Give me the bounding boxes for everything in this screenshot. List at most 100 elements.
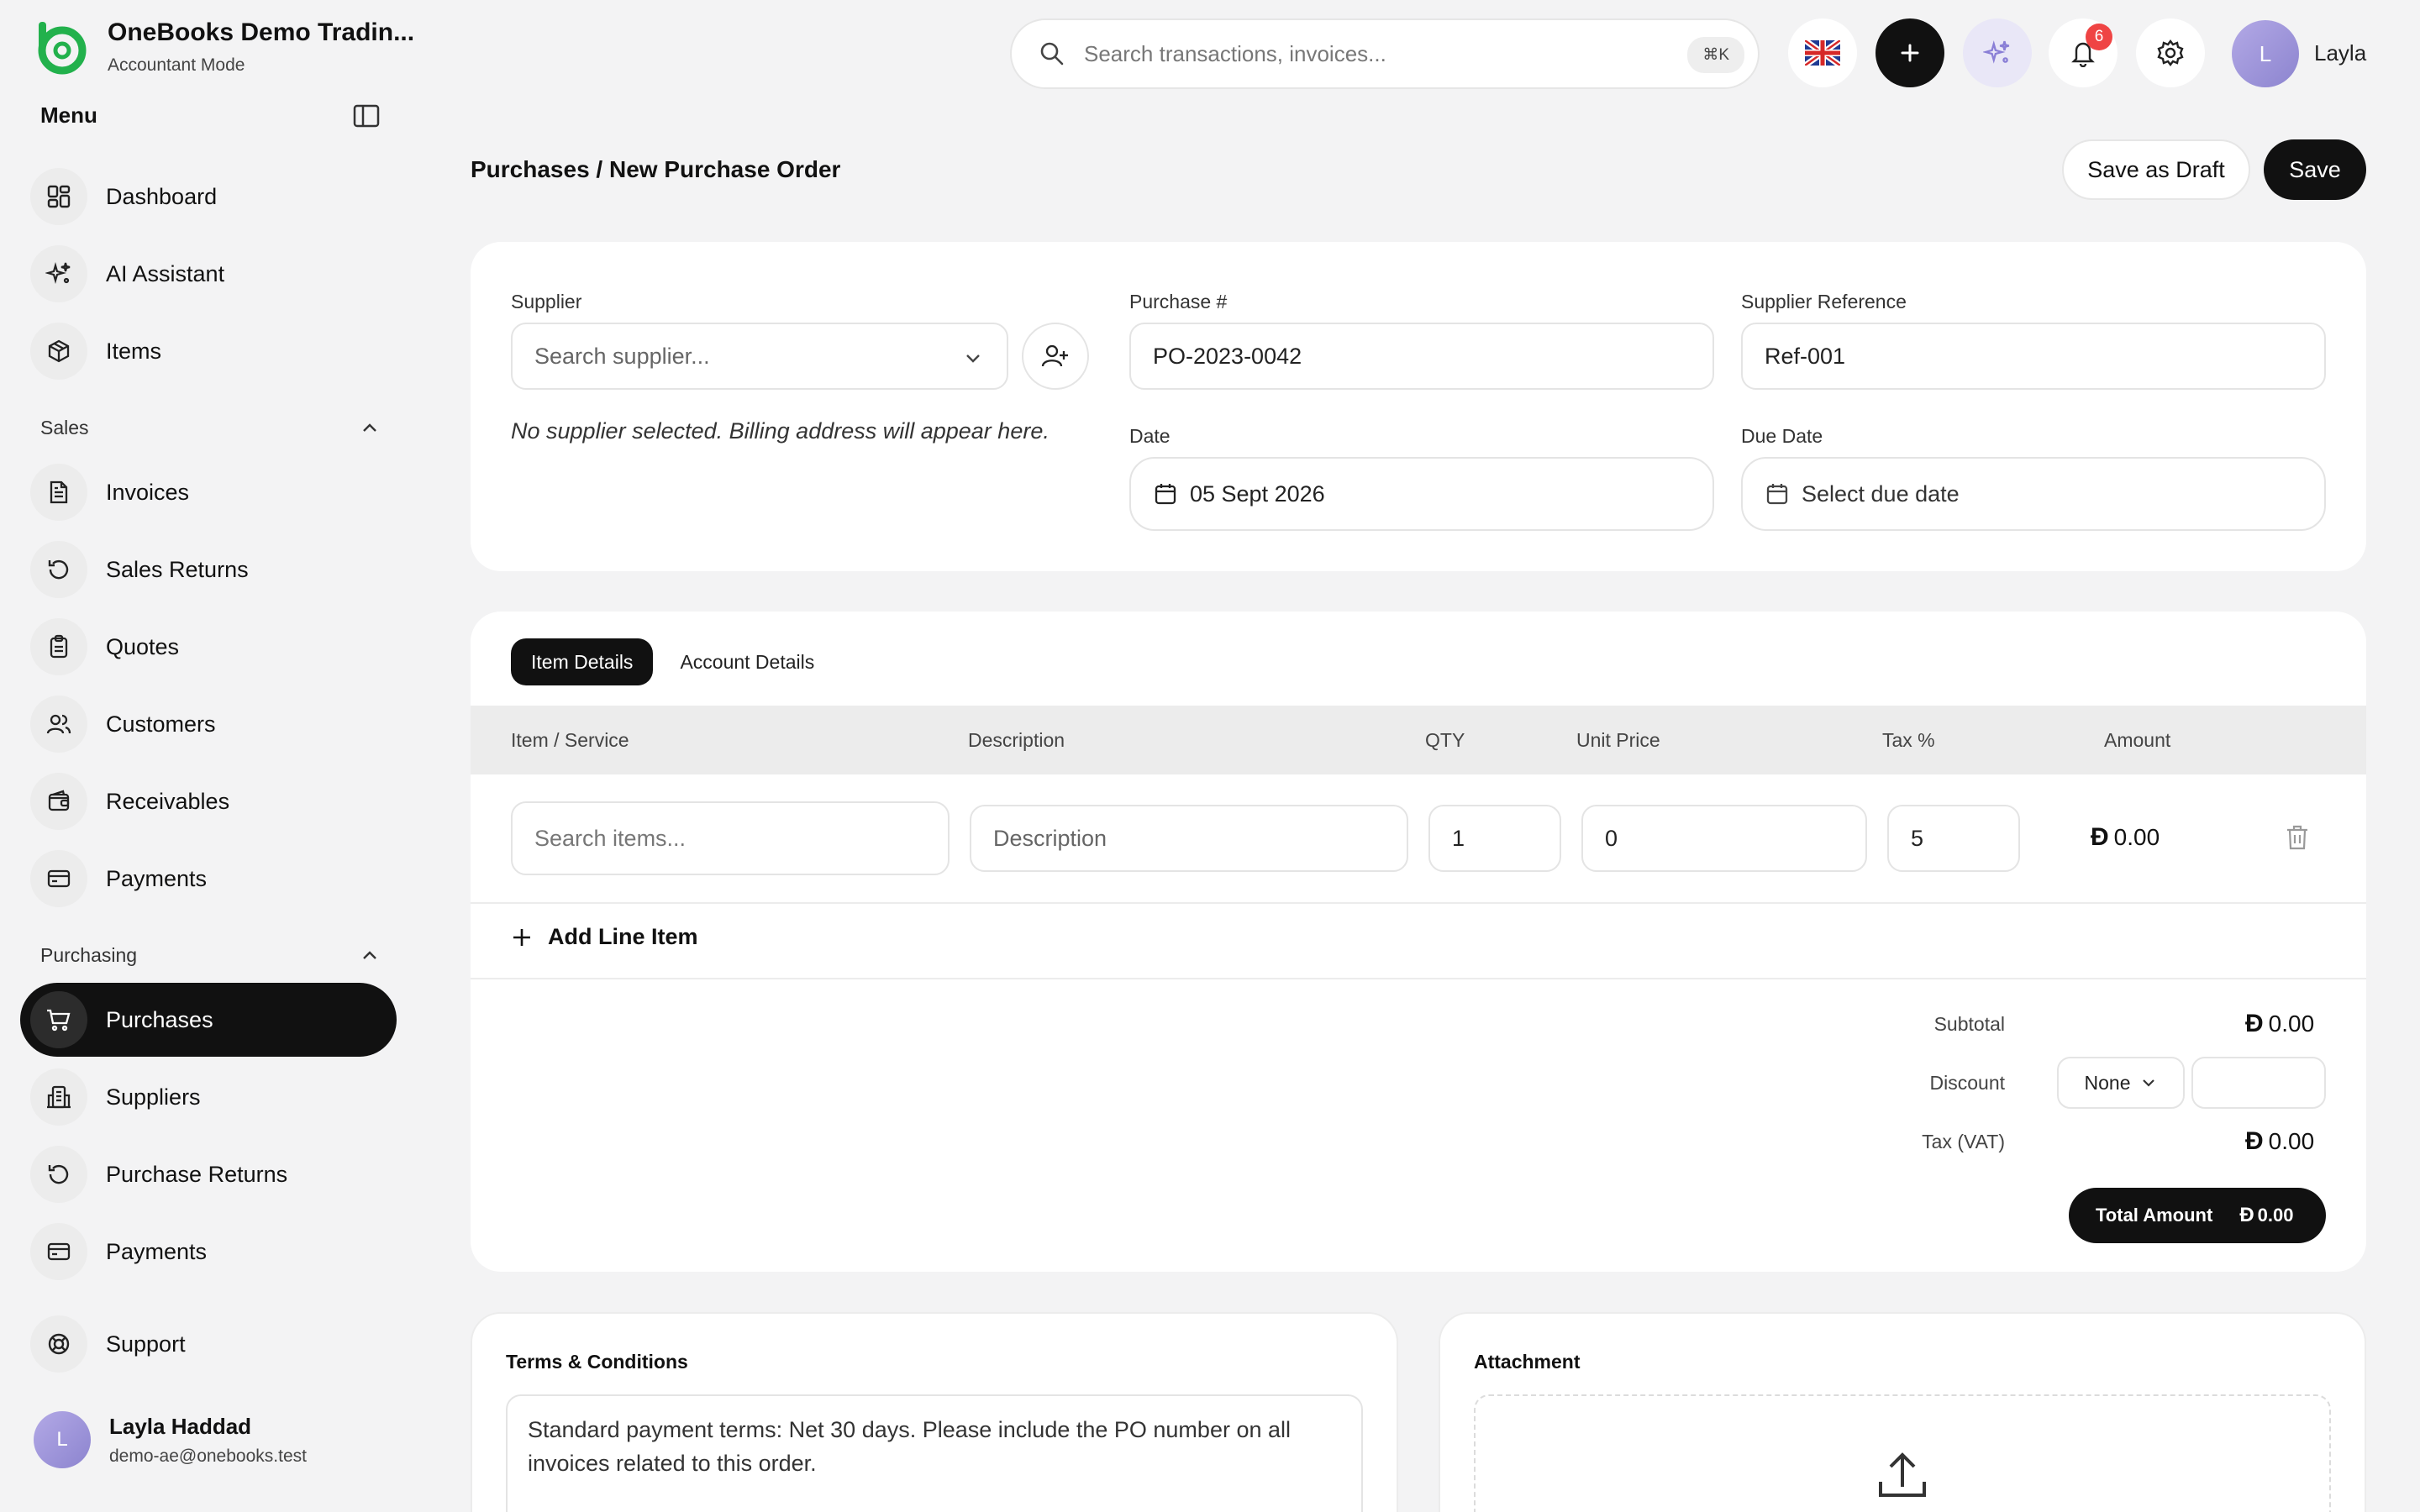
total-amount-badge: Total Amount Đ 0.00 bbox=[2069, 1188, 2326, 1243]
sidebar-item-label: Quotes bbox=[106, 633, 180, 659]
save-draft-button[interactable]: Save as Draft bbox=[2062, 139, 2250, 200]
sidebar-item-label: Purchase Returns bbox=[106, 1161, 288, 1187]
tab-account-details[interactable]: Account Details bbox=[660, 638, 834, 685]
top-user-name[interactable]: Layla bbox=[2314, 40, 2366, 66]
user-plus-icon bbox=[1041, 344, 1068, 367]
return-icon bbox=[30, 1146, 87, 1203]
notification-badge: 6 bbox=[2086, 24, 2112, 50]
brand[interactable]: OneBooks Demo Tradin... Accountant Mode bbox=[32, 18, 414, 76]
currency-symbol: Đ bbox=[2239, 1204, 2254, 1226]
section-title-sales: Sales bbox=[40, 417, 89, 438]
date-picker[interactable]: 05 Sept 2026 bbox=[1129, 457, 1714, 531]
sidebar-toggle-icon[interactable] bbox=[351, 102, 381, 129]
card-icon bbox=[30, 850, 87, 907]
sidebar-item-invoices[interactable]: Invoices bbox=[20, 455, 397, 529]
tax-input[interactable]: 5 bbox=[1887, 805, 2020, 872]
chevron-up-icon[interactable] bbox=[358, 417, 381, 440]
box-icon bbox=[30, 323, 87, 380]
supplier-placeholder: Search supplier... bbox=[534, 343, 710, 369]
discount-label: Discount bbox=[1929, 1072, 2005, 1094]
sidebar-item-label: Invoices bbox=[106, 479, 190, 505]
currency-symbol: Đ bbox=[2245, 1127, 2264, 1155]
upload-icon bbox=[1879, 1452, 1926, 1497]
add-supplier-button[interactable] bbox=[1022, 323, 1089, 390]
return-icon bbox=[30, 541, 87, 598]
supplier-label: Supplier bbox=[511, 291, 582, 312]
avatar: L bbox=[34, 1411, 91, 1468]
brand-logo-icon bbox=[38, 22, 87, 75]
trash-icon[interactable] bbox=[2284, 823, 2311, 852]
sidebar-item-label: Customers bbox=[106, 711, 216, 737]
chevron-up-icon[interactable] bbox=[358, 944, 381, 968]
sidebar-item-suppliers[interactable]: Suppliers bbox=[20, 1060, 397, 1134]
global-search[interactable]: Search transactions, invoices... ⌘K bbox=[1010, 18, 1760, 89]
user-name: Layla Haddad bbox=[109, 1413, 252, 1439]
due-date-picker[interactable]: Select due date bbox=[1741, 457, 2326, 531]
notifications-button[interactable]: 6 bbox=[2049, 18, 2118, 87]
sidebar-item-support[interactable]: Support bbox=[20, 1307, 397, 1381]
lifebuoy-icon bbox=[30, 1315, 87, 1373]
calendar-icon bbox=[1155, 484, 1176, 505]
terms-textarea[interactable]: Standard payment terms: Net 30 days. Ple… bbox=[506, 1394, 1363, 1512]
settings-button[interactable] bbox=[2136, 18, 2205, 87]
line-items-header: Item / Service Description QTY Unit Pric… bbox=[471, 706, 2366, 774]
sidebar-item-items[interactable]: Items bbox=[20, 314, 397, 388]
description-input[interactable]: Description bbox=[970, 805, 1408, 872]
sidebar-item-sales-returns[interactable]: Sales Returns bbox=[20, 533, 397, 606]
tax-amount: 0.00 bbox=[2268, 1128, 2315, 1154]
sidebar-user[interactable]: L Layla Haddad demo-ae@onebooks.test bbox=[34, 1411, 307, 1468]
sidebar-item-receivables[interactable]: Receivables bbox=[20, 764, 397, 838]
add-line-item-label: Add Line Item bbox=[548, 924, 698, 949]
line-amount-value: 0.00 bbox=[2113, 824, 2160, 850]
building-icon bbox=[30, 1068, 87, 1126]
sidebar-item-label: Items bbox=[106, 338, 162, 364]
create-new-button[interactable] bbox=[1876, 18, 1944, 87]
sidebar: OneBooks Demo Tradin... Accountant Mode … bbox=[0, 0, 420, 1512]
sidebar-item-purchase-payments[interactable]: Payments bbox=[20, 1215, 397, 1289]
sidebar-item-ai-assistant[interactable]: AI Assistant bbox=[20, 237, 397, 311]
user-avatar[interactable]: L bbox=[2232, 20, 2299, 87]
purchase-number-input[interactable]: PO-2023-0042 bbox=[1129, 323, 1714, 390]
sparkles-icon bbox=[30, 245, 87, 302]
sidebar-item-label: Dashboard bbox=[106, 183, 218, 209]
sidebar-item-label: Sales Returns bbox=[106, 556, 249, 582]
date-value: 05 Sept 2026 bbox=[1190, 480, 1325, 507]
sidebar-item-label: AI Assistant bbox=[106, 260, 225, 286]
save-button[interactable]: Save bbox=[2264, 139, 2366, 200]
tab-item-details[interactable]: Item Details bbox=[511, 638, 654, 685]
search-shortcut: ⌘K bbox=[1687, 37, 1744, 73]
sidebar-item-purchases[interactable]: Purchases bbox=[20, 983, 397, 1057]
ai-button[interactable] bbox=[1963, 18, 2032, 87]
sidebar-item-payments[interactable]: Payments bbox=[20, 842, 397, 916]
sidebar-item-dashboard[interactable]: Dashboard bbox=[20, 160, 397, 234]
language-button[interactable] bbox=[1788, 18, 1857, 87]
sidebar-item-customers[interactable]: Customers bbox=[20, 687, 397, 761]
add-line-item-button[interactable]: Add Line Item bbox=[511, 924, 698, 950]
tax-value: Đ 0.00 bbox=[2245, 1127, 2314, 1156]
subtotal-value: Đ 0.00 bbox=[2245, 1010, 2314, 1038]
supplier-address-note: No supplier selected. Billing address wi… bbox=[511, 418, 1050, 444]
search-input[interactable]: Search transactions, invoices... bbox=[1084, 41, 1386, 67]
supplier-reference-input[interactable]: Ref-001 bbox=[1741, 323, 2326, 390]
cart-icon bbox=[30, 991, 87, 1048]
chevron-down-icon bbox=[2143, 1079, 2155, 1087]
attachment-dropzone[interactable] bbox=[1474, 1394, 2331, 1512]
column-tax: Tax % bbox=[1882, 729, 1935, 751]
line-amount: Đ 0.00 bbox=[2091, 823, 2160, 852]
sidebar-item-label: Suppliers bbox=[106, 1084, 201, 1110]
sidebar-item-label: Payments bbox=[106, 1238, 208, 1264]
discount-type-select[interactable]: None bbox=[2057, 1057, 2185, 1109]
discount-amount-input[interactable] bbox=[2191, 1057, 2326, 1109]
card-icon bbox=[30, 1223, 87, 1280]
sidebar-item-quotes[interactable]: Quotes bbox=[20, 610, 397, 684]
tax-label: Tax (VAT) bbox=[1922, 1131, 2005, 1152]
sidebar-item-purchase-returns[interactable]: Purchase Returns bbox=[20, 1137, 397, 1211]
qty-input[interactable]: 1 bbox=[1428, 805, 1561, 872]
plus-icon bbox=[1901, 44, 1919, 62]
subtotal-label: Subtotal bbox=[1933, 1013, 2005, 1035]
supplier-select[interactable]: Search supplier... bbox=[511, 323, 1008, 390]
item-search-input[interactable]: Search items... bbox=[511, 801, 950, 875]
unit-price-input[interactable]: 0 bbox=[1581, 805, 1867, 872]
calendar-icon bbox=[1766, 484, 1788, 505]
dashboard-icon bbox=[30, 168, 87, 225]
